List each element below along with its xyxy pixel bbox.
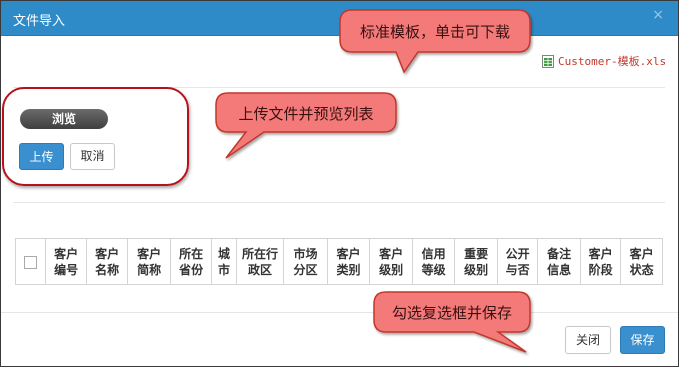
column-header: 客户 状态 <box>620 238 663 285</box>
template-filename: Customer-模板.xls <box>558 55 667 68</box>
column-header: 城市 <box>211 238 237 285</box>
divider <box>13 202 665 203</box>
footer-divider <box>1 312 678 313</box>
column-header: 所在行 政区 <box>235 238 285 285</box>
upload-highlight-circle <box>2 87 189 186</box>
template-download-link[interactable]: Customer-模板.xls <box>542 53 666 69</box>
column-header: 客户 阶段 <box>579 238 622 285</box>
table-header-row: 客户 编号 客户 名称 客户 简称 所在 省份 城市 所在行 政区 市场 分区 客户 类别 客… <box>14 238 663 285</box>
dialog-title: 文件导入 <box>13 14 66 29</box>
column-header: 客户 编号 <box>45 238 87 285</box>
save-callout-text: 勾选复选框并保存 <box>391 304 512 322</box>
column-header: 市场 分区 <box>283 238 328 285</box>
select-all-cell <box>14 238 47 285</box>
column-header: 所在 省份 <box>169 238 213 285</box>
close-button[interactable]: 关闭 <box>565 326 611 354</box>
select-all-checkbox[interactable] <box>24 255 38 269</box>
column-header: 客户 类别 <box>326 238 371 285</box>
column-header: 客户 名称 <box>85 238 129 285</box>
column-header: 备注 信息 <box>537 238 581 285</box>
column-header: 重要 级别 <box>454 238 498 285</box>
xls-file-icon <box>542 54 554 68</box>
column-header: 客户 级别 <box>369 238 413 285</box>
import-preview-table: 客户 编号 客户 名称 客户 简称 所在 省份 城市 所在行 政区 市场 分区 客户 类别 客… <box>14 238 663 285</box>
column-header: 信用 等级 <box>411 238 456 285</box>
upload-callout-text: 上传文件并预览列表 <box>238 105 374 123</box>
column-header: 客户 简称 <box>127 238 171 285</box>
column-header: 公开 与否 <box>496 238 539 285</box>
template-callout-text: 标准模板，单击可下载 <box>359 23 510 41</box>
save-button[interactable]: 保存 <box>620 326 665 354</box>
close-icon[interactable]: × <box>652 7 664 23</box>
